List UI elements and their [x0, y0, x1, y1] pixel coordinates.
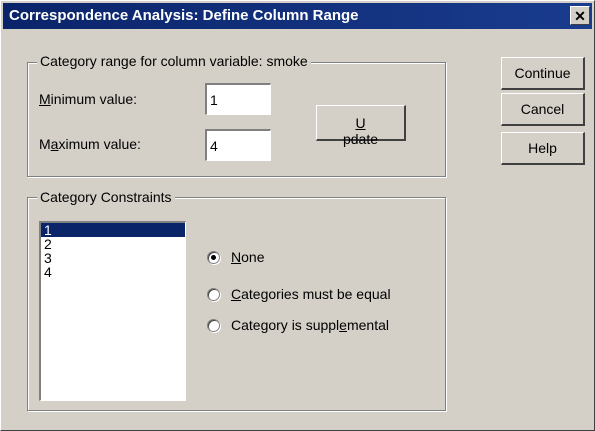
- title-bar[interactable]: Correspondence Analysis: Define Column R…: [3, 3, 592, 29]
- min-value-label-rest: inimum value:: [50, 91, 138, 107]
- list-item[interactable]: 1: [41, 223, 185, 237]
- radio-categories-equal-label: Categories must be equal: [231, 286, 391, 302]
- list-item[interactable]: 4: [41, 265, 185, 279]
- radio-categories-equal-indicator: [207, 287, 220, 301]
- range-group-legend: Category range for column variable: smok…: [37, 53, 311, 69]
- radio-none[interactable]: None: [207, 249, 264, 265]
- max-value-field[interactable]: [205, 129, 271, 161]
- radio-none-indicator: [207, 250, 220, 264]
- min-value-field[interactable]: [205, 83, 271, 115]
- continue-button[interactable]: Continue: [501, 57, 585, 90]
- cancel-button[interactable]: Cancel: [501, 93, 585, 126]
- max-value-label: Maximum value:: [39, 136, 141, 152]
- update-label: U: [355, 115, 366, 131]
- radio-category-supplemental-label: Category is supplemental: [231, 317, 389, 333]
- update-label-rest: pdate: [342, 131, 379, 147]
- list-item[interactable]: 2: [41, 237, 185, 251]
- max-value-label-rest: ximum value:: [58, 136, 141, 152]
- list-item[interactable]: 3: [41, 251, 185, 265]
- update-button[interactable]: Update: [316, 105, 406, 147]
- close-icon: ✕: [574, 8, 586, 24]
- radio-category-supplemental-indicator: [207, 318, 220, 332]
- radio-none-label: None: [231, 249, 265, 265]
- category-listbox[interactable]: 1 2 3 4: [39, 221, 186, 401]
- window-title: Correspondence Analysis: Define Column R…: [9, 7, 359, 24]
- help-button[interactable]: Help: [501, 132, 585, 165]
- radio-categories-equal[interactable]: Categories must be equal: [207, 286, 391, 302]
- constraints-group-legend: Category Constraints: [37, 189, 175, 205]
- close-button[interactable]: ✕: [570, 6, 590, 25]
- min-value-label: Minimum value:: [39, 91, 138, 107]
- radio-category-supplemental[interactable]: Category is supplemental: [207, 317, 389, 333]
- dialog-window: Correspondence Analysis: Define Column R…: [0, 0, 595, 431]
